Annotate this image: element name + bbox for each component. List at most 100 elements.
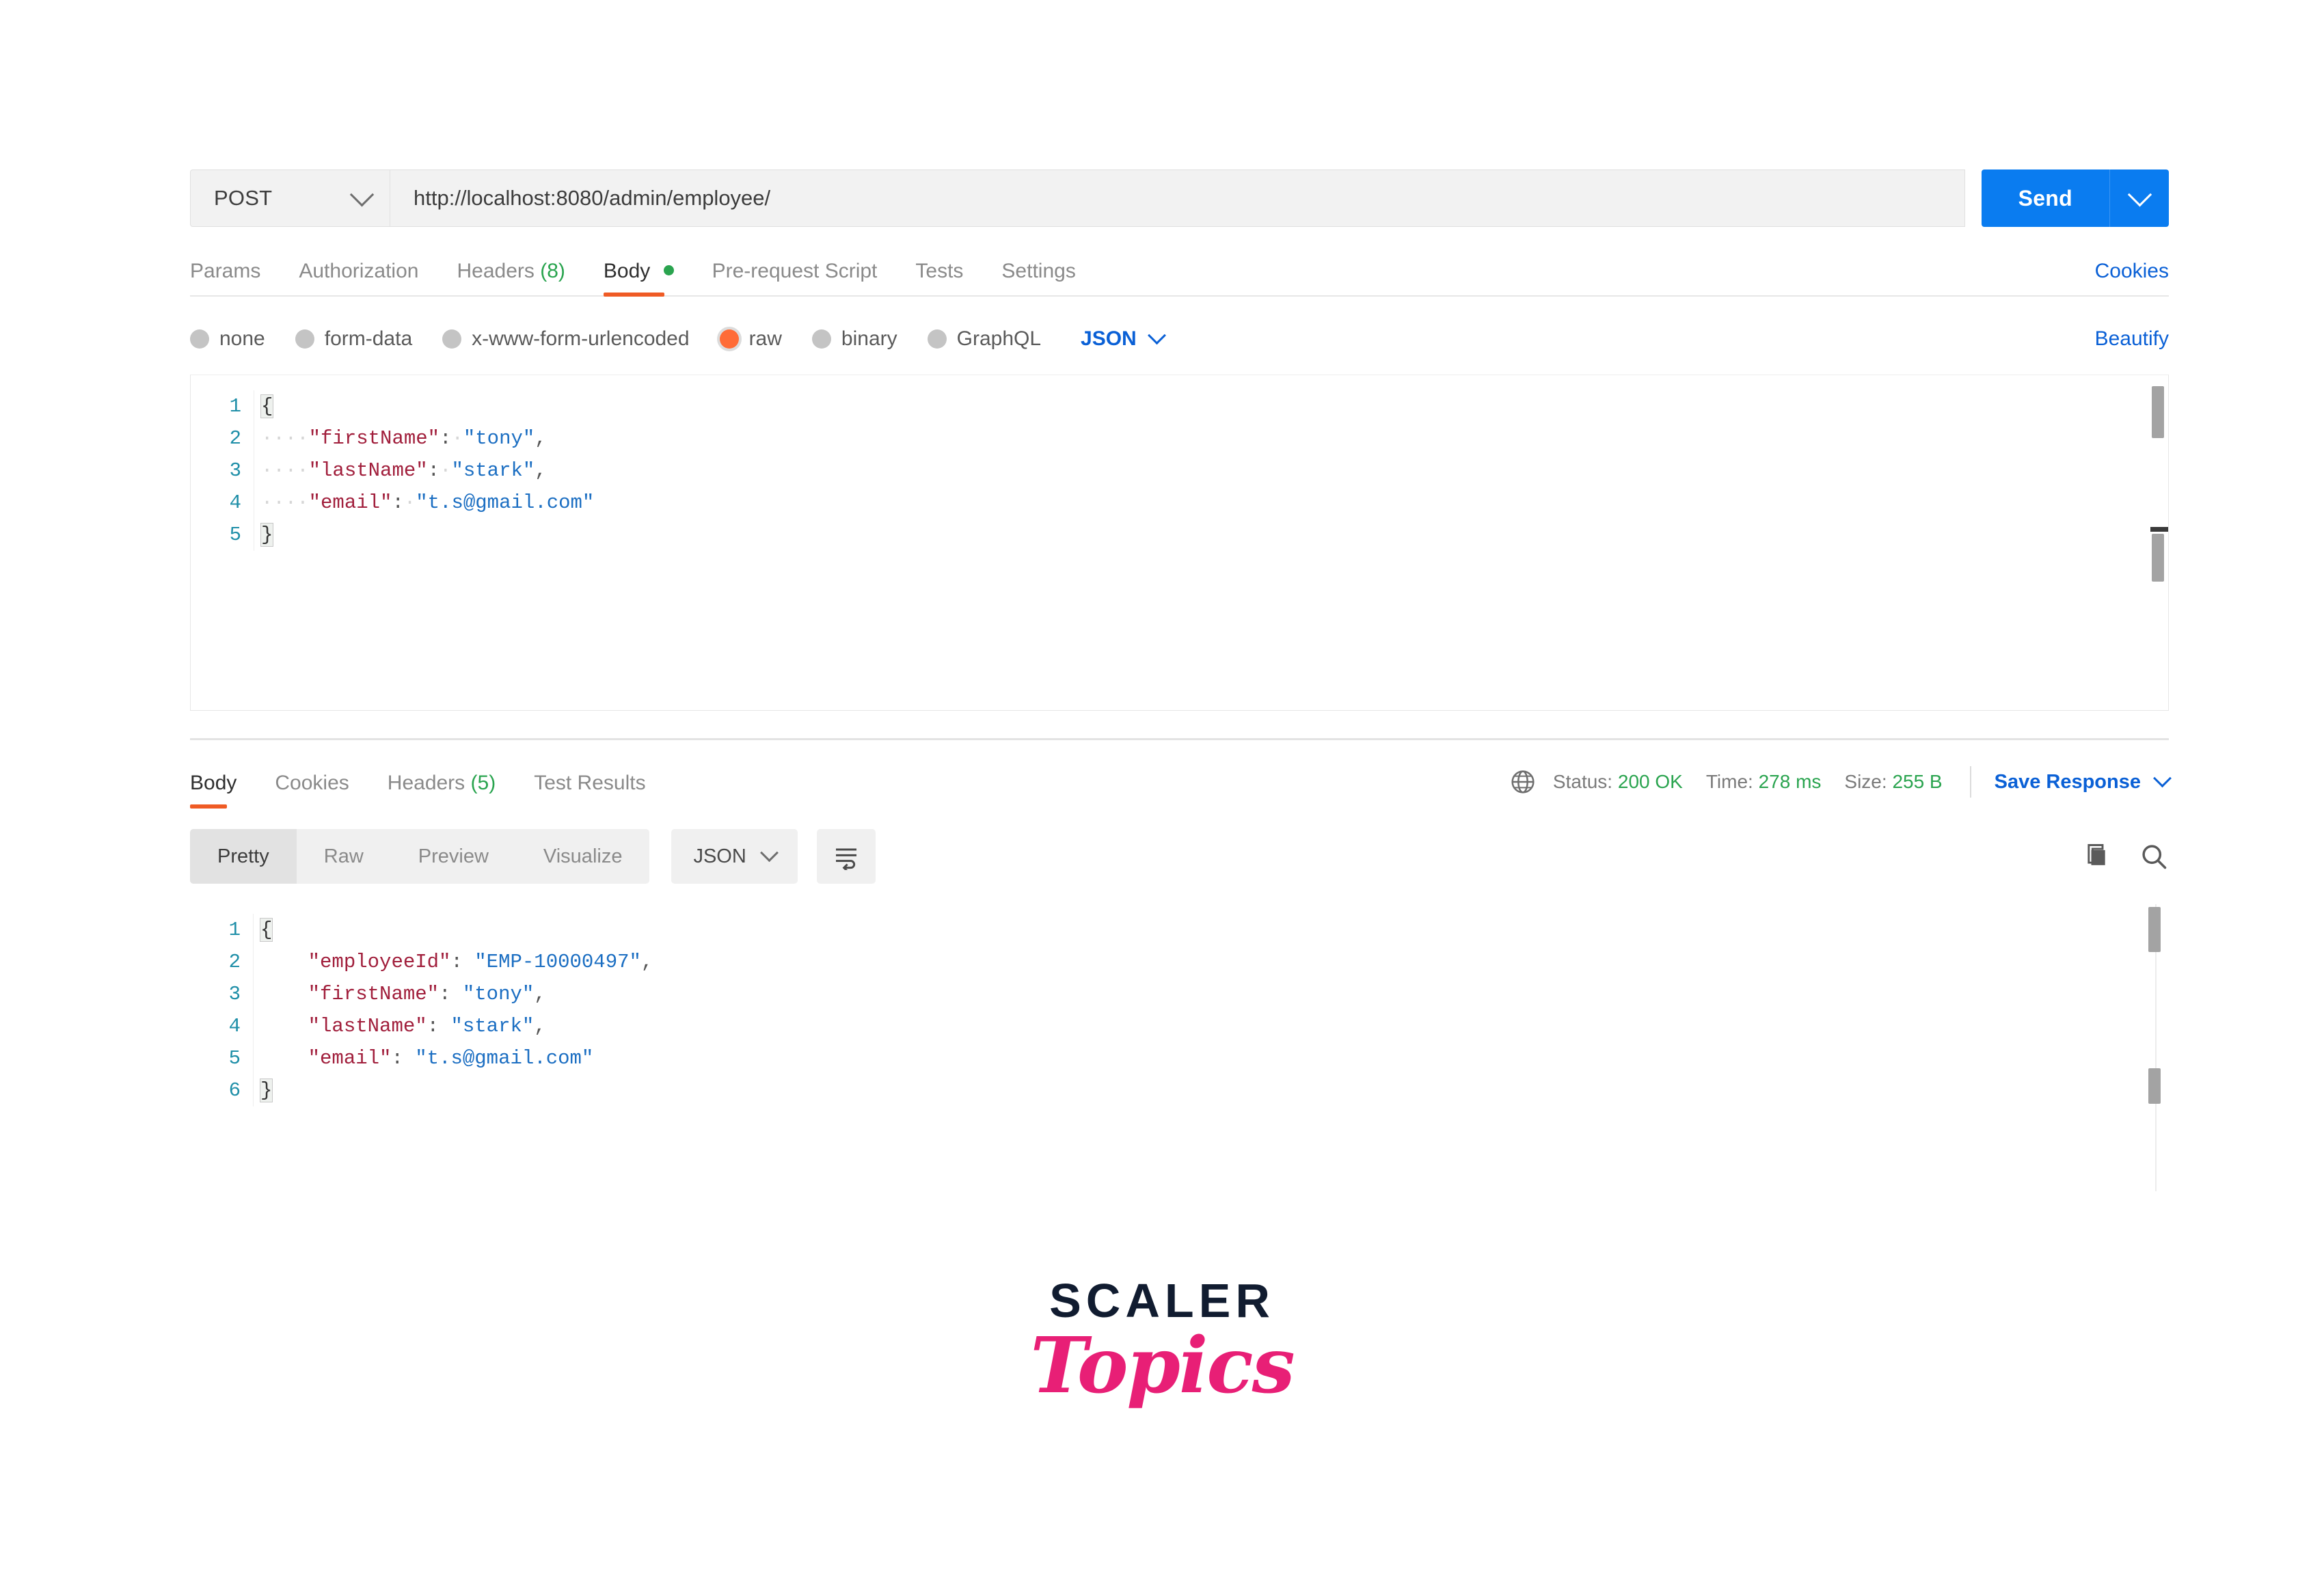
request-editor-gutter: 1 2 3 4 5 (191, 390, 254, 551)
request-tabs: Params Authorization Headers (8) Body Pr… (190, 246, 2169, 297)
view-mode-label: Raw (324, 845, 364, 868)
send-button-group: Send (1982, 169, 2169, 227)
tab-body[interactable]: Body (604, 260, 674, 297)
response-format-label: JSON (693, 845, 746, 868)
chevron-down-icon (1148, 326, 1166, 344)
code-line: "email": "t.s@gmail.com" (260, 1042, 2169, 1074)
tab-label: Body (190, 772, 237, 794)
editor-resize-divider[interactable] (2150, 527, 2168, 532)
request-body-code[interactable]: { ····"firstName":·"tony", ····"lastName… (254, 390, 2168, 551)
http-method-label: POST (214, 186, 272, 211)
body-type-x-www-form-urlencoded[interactable]: x-www-form-urlencoded (442, 327, 689, 351)
request-body-editor[interactable]: 1 2 3 4 5 { ····"firstName":·"tony", ···… (190, 375, 2169, 711)
send-options-button[interactable] (2109, 169, 2169, 227)
tab-label: Headers (388, 772, 465, 794)
view-mode-label: Visualize (543, 845, 623, 868)
size-item: Size: 255 B (1844, 771, 1942, 793)
radio-label: GraphQL (957, 327, 1041, 351)
cookies-link[interactable]: Cookies (2095, 260, 2169, 283)
radio-label: raw (749, 327, 782, 351)
tab-headers[interactable]: Headers (8) (457, 260, 565, 297)
code-line: { (261, 390, 2168, 422)
size-value: 255 B (1892, 771, 1942, 792)
line-number: 6 (190, 1074, 241, 1107)
tab-label: Test Results (534, 772, 645, 794)
raw-format-label: JSON (1081, 327, 1137, 351)
view-mode-pretty[interactable]: Pretty (190, 829, 297, 884)
response-gutter: 1 2 3 4 5 6 (190, 914, 253, 1107)
time-item: Time: 278 ms (1706, 771, 1822, 793)
search-icon (2139, 841, 2169, 871)
tab-label: Tests (915, 260, 963, 282)
response-view-toolbar: Pretty Raw Preview Visualize JSON (190, 829, 2169, 884)
response-tab-headers[interactable]: Headers (5) (388, 772, 496, 809)
beautify-link[interactable]: Beautify (2095, 327, 2169, 351)
tab-label: Body (604, 260, 650, 282)
view-mode-visualize[interactable]: Visualize (516, 829, 650, 884)
radio-icon (295, 329, 314, 349)
wrap-lines-button[interactable] (817, 829, 876, 884)
tab-pre-request-script[interactable]: Pre-request Script (712, 260, 878, 297)
raw-format-select[interactable]: JSON (1081, 327, 1163, 351)
copy-icon (2080, 841, 2110, 871)
url-input[interactable]: http://localhost:8080/admin/employee/ (390, 169, 1965, 227)
line-number: 1 (190, 914, 241, 946)
line-number: 3 (190, 978, 241, 1010)
send-button[interactable]: Send (1982, 169, 2109, 227)
size-label: Size: (1844, 771, 1887, 792)
response-meta: Status: 200 OK Time: 278 ms Size: 255 B … (1509, 766, 2169, 798)
code-line: "firstName": "tony", (260, 978, 2169, 1010)
response-tool-icons (2080, 841, 2169, 871)
radio-label: binary (841, 327, 897, 351)
code-line: ····"lastName":·"stark", (261, 454, 2168, 487)
response-body-viewer[interactable]: 1 2 3 4 5 6 { "employeeId": "EMP-1000049… (190, 904, 2169, 1191)
response-format-select[interactable]: JSON (671, 829, 797, 884)
radio-icon (928, 329, 947, 349)
scrollbar-thumb-bottom[interactable] (2152, 534, 2164, 582)
status-item: Status: 200 OK (1553, 771, 1683, 793)
line-number: 1 (191, 390, 241, 422)
radio-selected-icon (720, 329, 739, 349)
view-mode-label: Preview (418, 845, 489, 868)
code-line: "lastName": "stark", (260, 1010, 2169, 1042)
response-tab-body[interactable]: Body (190, 772, 237, 809)
http-method-select[interactable]: POST (190, 169, 390, 227)
view-mode-preview[interactable]: Preview (391, 829, 516, 884)
save-response-button[interactable]: Save Response (1995, 771, 2169, 793)
body-type-form-data[interactable]: form-data (295, 327, 412, 351)
search-button[interactable] (2139, 841, 2169, 871)
response-headers-count: (5) (471, 772, 496, 794)
radio-icon (190, 329, 209, 349)
url-bar-row: POST http://localhost:8080/admin/employe… (190, 169, 2169, 227)
body-type-binary[interactable]: binary (812, 327, 897, 351)
response-body-code: { "employeeId": "EMP-10000497", "firstNa… (253, 914, 2169, 1107)
tab-tests[interactable]: Tests (915, 260, 963, 297)
save-response-label: Save Response (1995, 771, 2141, 793)
radio-label: form-data (325, 327, 412, 351)
code-line: ····"email":·"t.s@gmail.com" (261, 487, 2168, 519)
body-type-raw[interactable]: raw (720, 327, 782, 351)
response-scrollbar-thumb-bottom[interactable] (2148, 1068, 2161, 1104)
tab-label: Params (190, 260, 260, 282)
tab-settings[interactable]: Settings (1001, 260, 1075, 297)
response-scrollbar-thumb-top[interactable] (2148, 907, 2161, 952)
time-value: 278 ms (1759, 771, 1822, 792)
response-tab-cookies[interactable]: Cookies (275, 772, 349, 809)
line-number: 5 (191, 519, 241, 551)
code-line: } (260, 1074, 2169, 1107)
copy-button[interactable] (2080, 841, 2110, 871)
view-mode-raw[interactable]: Raw (297, 829, 391, 884)
body-type-graphql[interactable]: GraphQL (928, 327, 1041, 351)
response-view-modes: Pretty Raw Preview Visualize (190, 829, 649, 884)
tab-params[interactable]: Params (190, 260, 260, 297)
globe-icon (1509, 768, 1537, 796)
scrollbar-thumb-top[interactable] (2152, 386, 2164, 438)
response-tab-test-results[interactable]: Test Results (534, 772, 645, 809)
chevron-down-icon (350, 182, 374, 206)
body-type-none[interactable]: none (190, 327, 265, 351)
tab-label: Headers (457, 260, 534, 282)
time-label: Time: (1706, 771, 1753, 792)
tab-authorization[interactable]: Authorization (299, 260, 418, 297)
logo-word-topics: Topics (0, 1326, 2324, 1407)
body-type-row: none form-data x-www-form-urlencoded raw… (190, 320, 2169, 358)
